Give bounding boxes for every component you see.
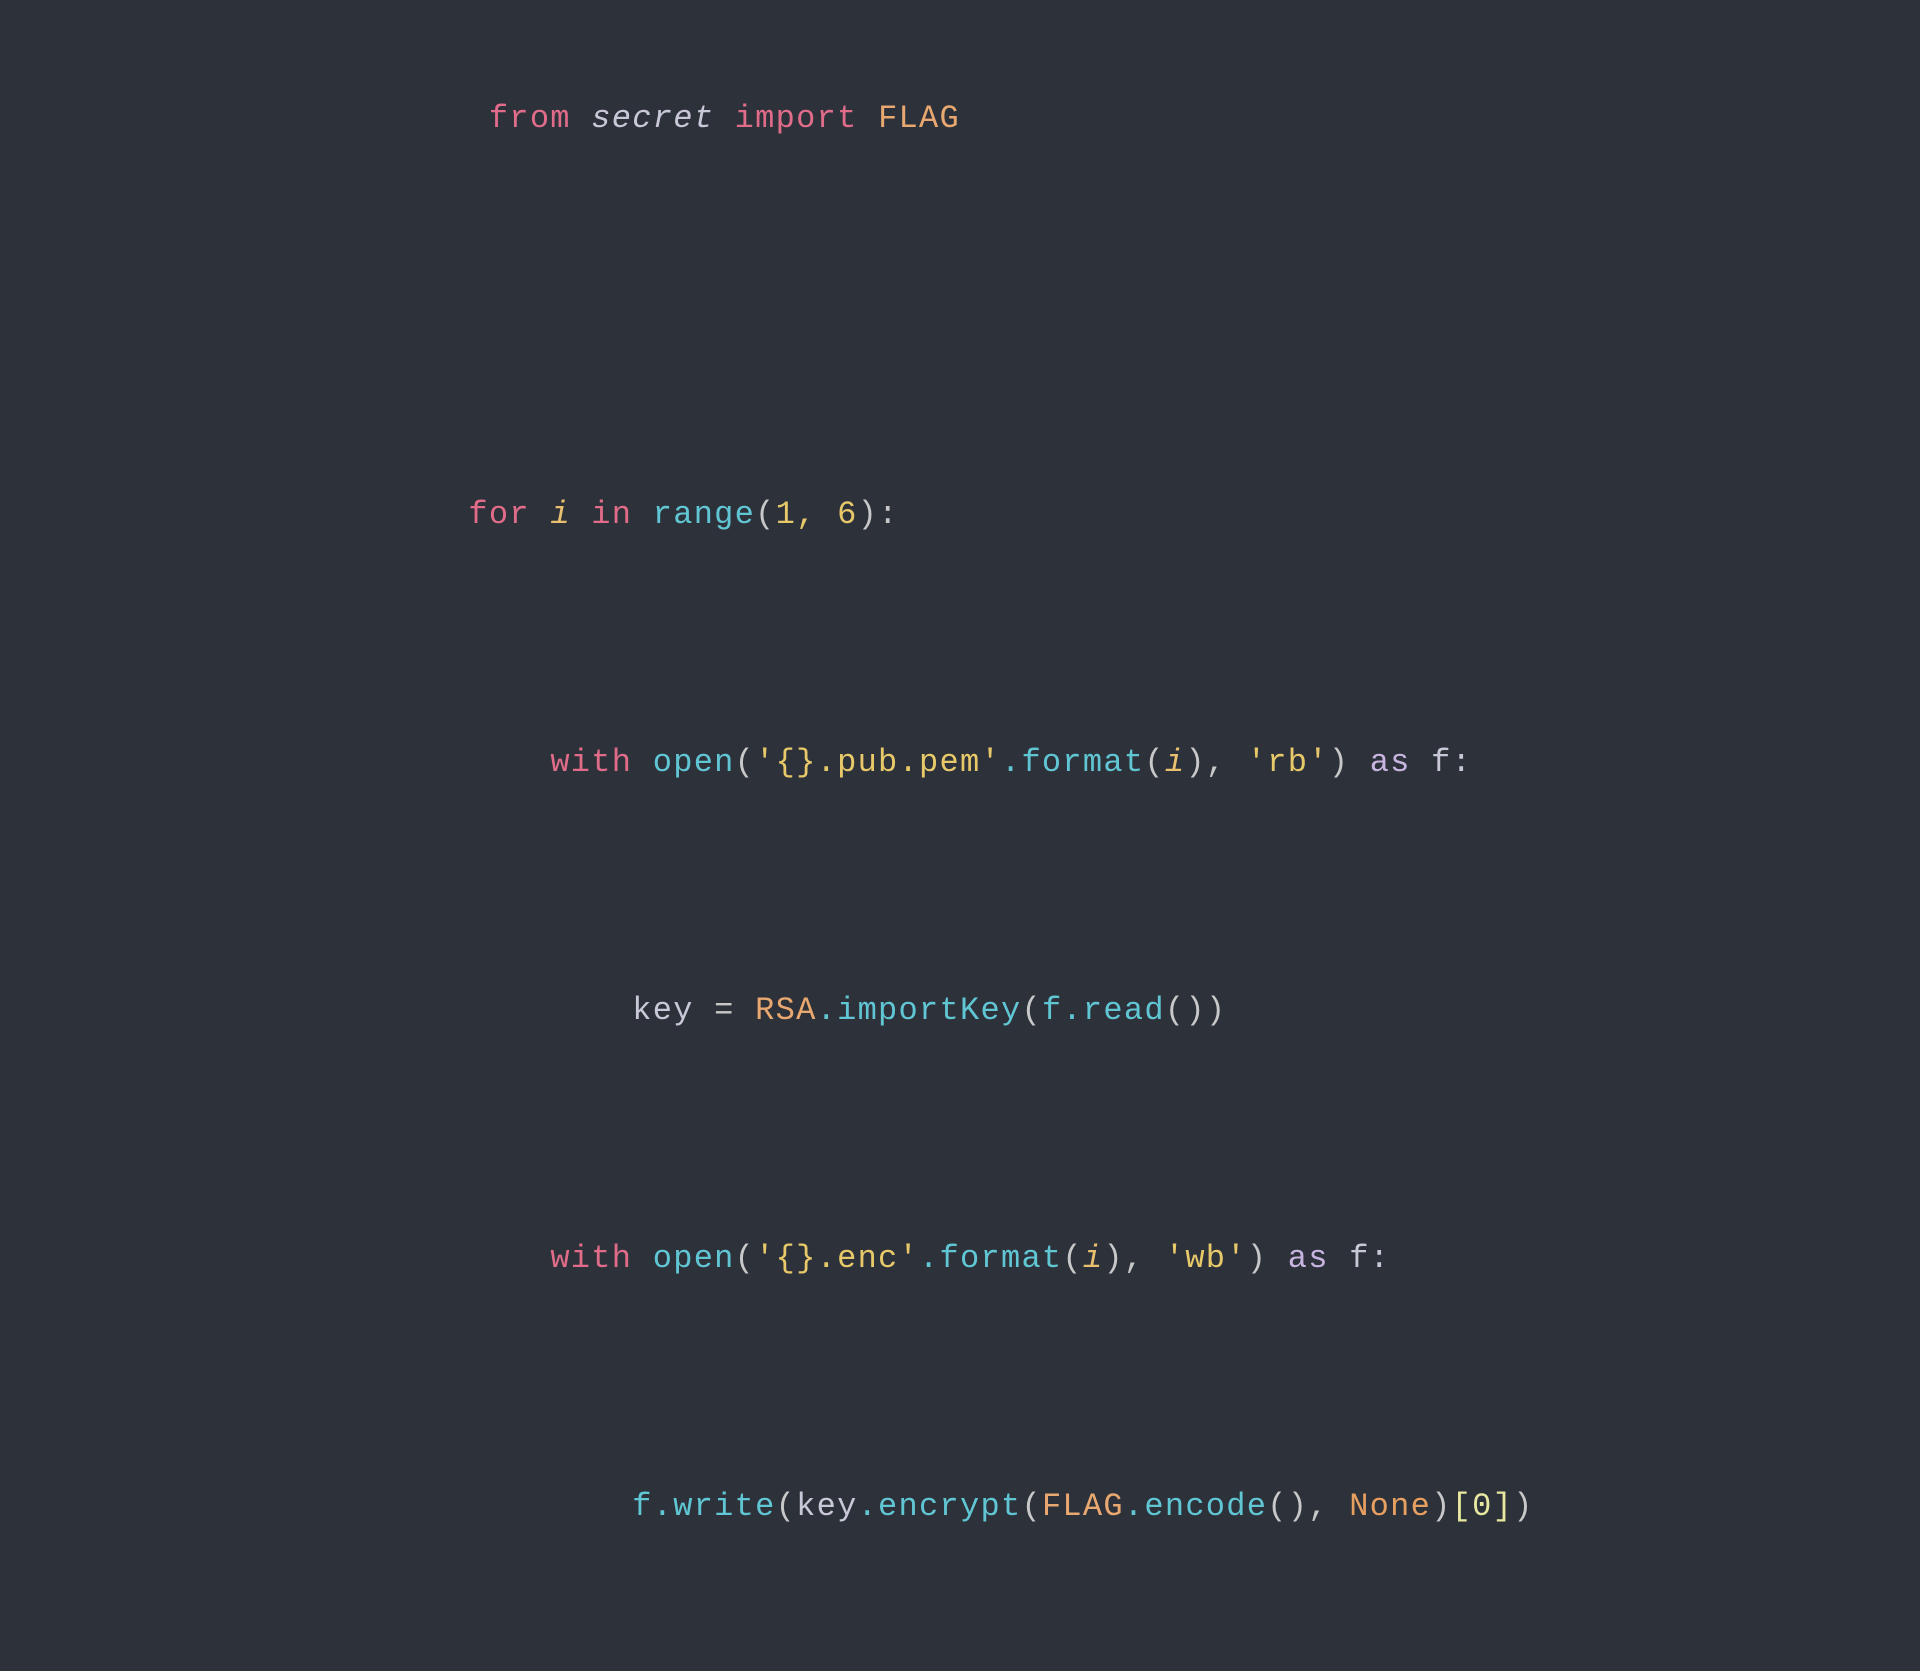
rb-string: 'rb'	[1226, 744, 1328, 781]
import-keyword-2: import	[714, 100, 857, 137]
paren-open-8: (	[776, 1488, 796, 1525]
paren-close-2: )	[1329, 744, 1349, 781]
code-line-6: with open('{}.pub.pem'.format(i), 'rb') …	[386, 689, 1533, 838]
as-keyword-1: as	[1349, 744, 1410, 781]
i-arg-2: i	[1083, 1240, 1103, 1277]
secret-module: secret	[571, 100, 714, 137]
paren-open-5: ()	[1165, 992, 1206, 1029]
paren-open-6: (	[735, 1240, 755, 1277]
paren-open-10: ()	[1267, 1488, 1308, 1525]
rsa-ref: RSA	[755, 992, 816, 1029]
range-args: 1, 6	[776, 496, 858, 533]
paren-close-1: )	[858, 496, 878, 533]
range-func: range	[632, 496, 755, 533]
code-line-blank-1	[386, 292, 1533, 342]
flag-ref: FLAG	[1042, 1488, 1124, 1525]
paren-close-6: )	[1247, 1240, 1267, 1277]
code-line-7: key = RSA.importKey(f.read())	[386, 937, 1533, 1086]
code-display: #!/usr/bin/env python3 from Crypto.Publi…	[326, 0, 1593, 1671]
in-keyword: in	[571, 496, 632, 533]
paren-open-2: (	[735, 744, 755, 781]
code-line-5: for i in range(1, 6):	[386, 441, 1533, 590]
fread-func: f.read	[1042, 992, 1165, 1029]
loop-var-i: i	[530, 496, 571, 533]
bracket-0: [0]	[1452, 1488, 1513, 1525]
none-keyword: None	[1349, 1488, 1431, 1525]
paren-close-4: )	[1206, 992, 1226, 1029]
as-keyword-2: as	[1267, 1240, 1328, 1277]
enc-string: '{}.enc'	[755, 1240, 919, 1277]
comma-1: ,	[1206, 744, 1226, 781]
key-var: key	[468, 992, 693, 1029]
comma-3: ,	[1308, 1488, 1349, 1525]
f-var-1: f:	[1411, 744, 1472, 781]
f-var-2: f:	[1329, 1240, 1390, 1277]
paren-open-9: (	[1021, 1488, 1041, 1525]
format-func-2: .format	[919, 1240, 1062, 1277]
fwrite-func: f.write	[468, 1488, 775, 1525]
i-arg-1: i	[1165, 744, 1185, 781]
for-keyword: for	[468, 496, 529, 533]
flag-class: FLAG	[858, 100, 960, 137]
open-func-1: open	[632, 744, 734, 781]
from-keyword-2: from	[468, 100, 570, 137]
encode-func: .encode	[1124, 1488, 1267, 1525]
encrypt-func: .encrypt	[858, 1488, 1022, 1525]
paren-close-8: )	[1513, 1488, 1533, 1525]
paren-close-9: )	[1431, 1488, 1451, 1525]
colon-1: :	[878, 496, 898, 533]
code-line-9: f.write(key.encrypt(FLAG.encode(), None)…	[386, 1433, 1533, 1582]
open-func-2: open	[632, 1240, 734, 1277]
paren-open-7: (	[1062, 1240, 1082, 1277]
paren-open-3: (	[1144, 744, 1164, 781]
key-ref: key	[796, 1488, 857, 1525]
comma-2: ,	[1124, 1240, 1144, 1277]
pub-pem-string: '{}.pub.pem'	[755, 744, 1001, 781]
paren-close-7: )	[1103, 1240, 1123, 1277]
with-keyword-2: with	[468, 1240, 632, 1277]
paren-close-3: )	[1185, 744, 1205, 781]
importkey-func: .importKey	[817, 992, 1022, 1029]
equals-1: =	[694, 992, 755, 1029]
paren-open-4: (	[1021, 992, 1041, 1029]
code-line-3: from secret import FLAG	[386, 44, 1533, 193]
format-func-1: .format	[1001, 744, 1144, 781]
paren-open-1: (	[755, 496, 775, 533]
code-line-8: with open('{}.enc'.format(i), 'wb') as f…	[386, 1185, 1533, 1334]
with-keyword-1: with	[468, 744, 632, 781]
wb-string: 'wb'	[1144, 1240, 1246, 1277]
